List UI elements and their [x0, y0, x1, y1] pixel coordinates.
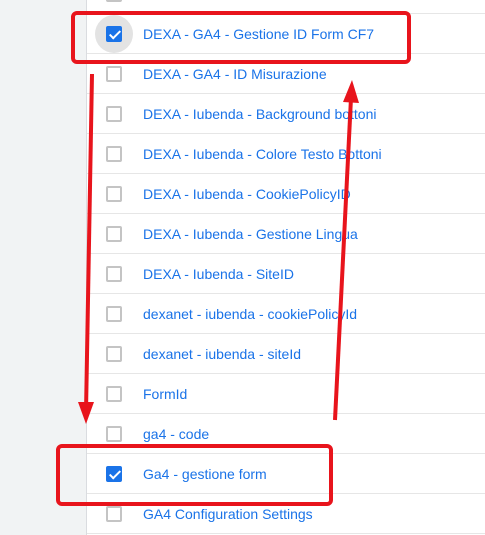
list-item[interactable]: GA4 Configuration Settings [87, 494, 485, 534]
variable-name-link[interactable]: DEXA - Iubenda - Gestione Lingua [143, 226, 358, 242]
list-item[interactable]: DEXA - Iubenda - Gestione Lingua [87, 214, 485, 254]
list-item[interactable]: Ga4 - gestione form [87, 454, 485, 494]
variable-name-link[interactable]: DEXA - Iubenda - SiteID [143, 266, 294, 282]
row-checkbox[interactable] [106, 146, 122, 162]
row-checkbox[interactable] [106, 466, 122, 482]
variable-list: DEXA - GA4 - Gestione ID Form CF7 DEXA -… [87, 0, 485, 535]
row-checkbox[interactable] [106, 506, 122, 522]
row-checkbox[interactable] [106, 106, 122, 122]
variable-name-link[interactable]: DEXA - GA4 - Gestione ID Form CF7 [143, 26, 374, 42]
list-item[interactable]: DEXA - GA4 - ID Misurazione [87, 54, 485, 94]
variable-name-link[interactable]: GA4 Configuration Settings [143, 506, 313, 522]
list-item[interactable]: DEXA - Iubenda - CookiePolicyID [87, 174, 485, 214]
variable-name-link[interactable]: ga4 - code [143, 426, 209, 442]
list-item[interactable]: DEXA - Iubenda - SiteID [87, 254, 485, 294]
list-item[interactable] [87, 0, 485, 14]
row-checkbox[interactable] [106, 186, 122, 202]
row-checkbox[interactable] [106, 226, 122, 242]
variable-name-link[interactable]: dexanet - iubenda - siteId [143, 346, 301, 362]
list-item[interactable]: dexanet - iubenda - siteId [87, 334, 485, 374]
left-side-panel [0, 0, 87, 535]
row-checkbox[interactable] [106, 306, 122, 322]
row-checkbox[interactable] [106, 346, 122, 362]
row-checkbox[interactable] [106, 386, 122, 402]
list-item[interactable]: dexanet - iubenda - cookiePolicyId [87, 294, 485, 334]
variable-name-link[interactable]: FormId [143, 386, 187, 402]
variable-name-link[interactable]: DEXA - Iubenda - CookiePolicyID [143, 186, 351, 202]
row-checkbox[interactable] [106, 266, 122, 282]
list-item[interactable]: DEXA - Iubenda - Colore Testo Bottoni [87, 134, 485, 174]
variable-name-link[interactable]: dexanet - iubenda - cookiePolicyId [143, 306, 357, 322]
row-checkbox[interactable] [106, 426, 122, 442]
variable-name-link[interactable]: DEXA - Iubenda - Background bottoni [143, 106, 376, 122]
variable-name-link[interactable]: DEXA - GA4 - ID Misurazione [143, 66, 327, 82]
row-checkbox[interactable] [106, 26, 122, 42]
row-checkbox[interactable] [106, 0, 122, 2]
row-checkbox[interactable] [106, 66, 122, 82]
list-item[interactable]: FormId [87, 374, 485, 414]
list-item[interactable]: DEXA - GA4 - Gestione ID Form CF7 [87, 14, 485, 54]
list-item[interactable]: DEXA - Iubenda - Background bottoni [87, 94, 485, 134]
list-item[interactable]: ga4 - code [87, 414, 485, 454]
variable-name-link[interactable]: DEXA - Iubenda - Colore Testo Bottoni [143, 146, 382, 162]
variable-name-link[interactable]: Ga4 - gestione form [143, 466, 267, 482]
